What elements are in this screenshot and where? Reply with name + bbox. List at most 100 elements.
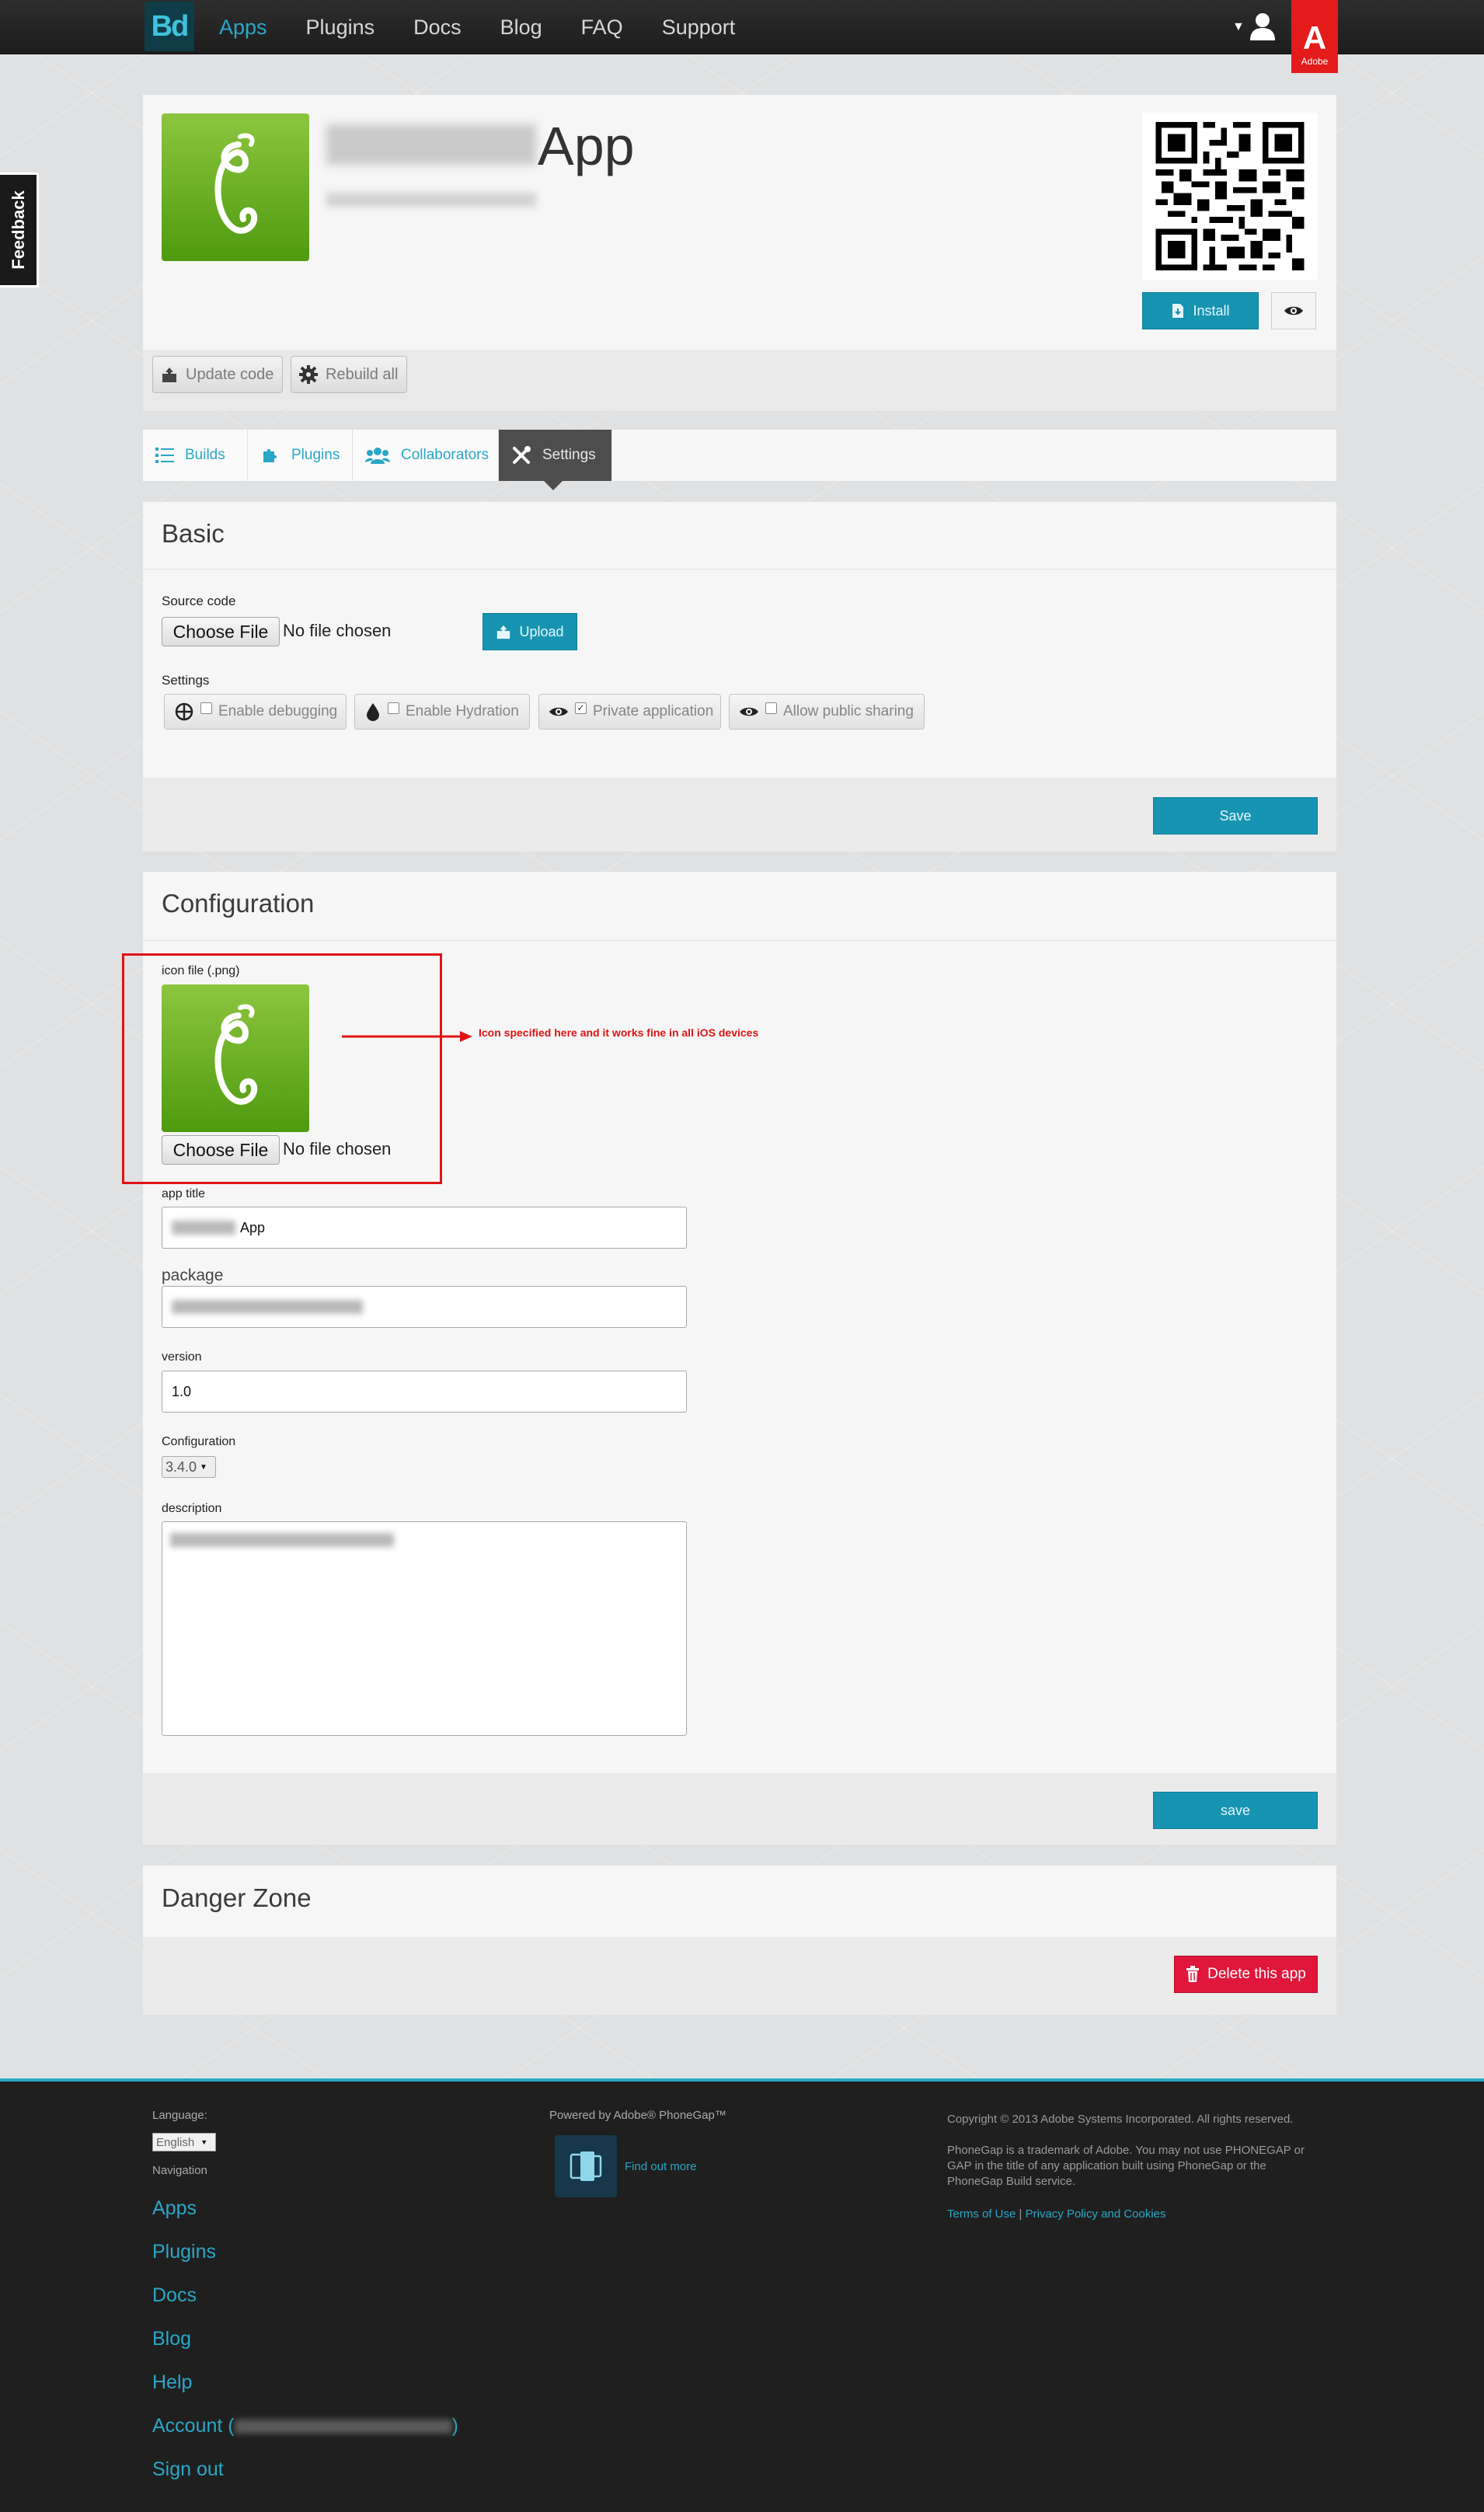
trademark-text: PhoneGap is a trademark of Adobe. You ma… (947, 2144, 1305, 2188)
package-input[interactable] (162, 1286, 687, 1328)
upload-box-icon (497, 625, 510, 639)
nav-plugins[interactable]: Plugins (306, 16, 375, 40)
user-icon (1250, 13, 1275, 40)
setting-allow-public-sharing[interactable]: Allow public sharing (729, 694, 925, 730)
allow-public-sharing-checkbox[interactable] (765, 702, 777, 714)
delete-app-label: Delete this app (1207, 1966, 1306, 1982)
config-version-value: 3.4.0 (165, 1458, 197, 1475)
danger-zone-footer (143, 1937, 1336, 2015)
version-input[interactable]: 1.0 (162, 1371, 687, 1413)
nav-apps[interactable]: Apps (219, 16, 267, 40)
footer-link-account[interactable]: Account ( ) (152, 2415, 458, 2437)
account-link-close: ) (451, 2415, 458, 2437)
select-caret-icon: ▼ (200, 2138, 208, 2146)
footer-navigation-label: Navigation (152, 2164, 207, 2177)
enable-debugging-label: Enable debugging (218, 703, 338, 719)
upload-box-icon (162, 368, 176, 382)
enable-hydration-checkbox[interactable] (388, 702, 399, 714)
description-textarea[interactable] (162, 1521, 687, 1736)
app-name-redacted (326, 124, 536, 165)
powered-by-text: Powered by Adobe® PhoneGap™ (549, 2109, 726, 2122)
tab-builds-label: Builds (185, 447, 225, 463)
nav-faq[interactable]: FAQ (581, 16, 623, 40)
tab-plugins[interactable]: Plugins (248, 430, 353, 481)
allow-public-sharing-label: Allow public sharing (783, 703, 914, 719)
tab-collaborators-label: Collaborators (401, 447, 489, 463)
footer-link-help[interactable]: Help (152, 2371, 192, 2394)
footer-link-blog[interactable]: Blog (152, 2328, 191, 2350)
feedback-tab[interactable]: Feedback (0, 172, 39, 287)
configuration-title: Configuration (162, 889, 315, 918)
footer-language-label: Language: (152, 2109, 207, 2122)
setting-private-application[interactable]: ✓ Private application (538, 694, 721, 730)
update-code-button[interactable]: Update code (152, 356, 283, 393)
setting-enable-debugging[interactable]: Enable debugging (164, 694, 347, 730)
drop-icon (367, 703, 379, 721)
upload-button[interactable]: Upload (482, 613, 577, 650)
language-select[interactable]: English ▼ (152, 2133, 216, 2151)
description-redacted (170, 1533, 394, 1547)
app-title-value: App (240, 1219, 266, 1235)
eye-icon (549, 707, 568, 716)
footer-link-sign-out[interactable]: Sign out (152, 2458, 224, 2481)
configuration-save-button[interactable]: save (1153, 1792, 1318, 1829)
nav-blog[interactable]: Blog (500, 16, 542, 40)
people-icon (365, 448, 390, 464)
find-out-more-link[interactable]: Find out more (625, 2160, 697, 2173)
wrench-icon (513, 446, 531, 464)
legal-separator: | (1019, 2207, 1022, 2221)
phonegap-logo (555, 2135, 617, 2197)
main-nav: Apps Plugins Docs Blog FAQ Support (219, 0, 735, 54)
package-redacted (172, 1300, 363, 1314)
qr-code (1142, 113, 1318, 280)
install-icon (1172, 304, 1184, 318)
nav-docs[interactable]: Docs (413, 16, 462, 40)
account-email-redacted (234, 2419, 452, 2434)
enable-debugging-checkbox[interactable] (200, 702, 212, 714)
source-code-label: Source code (162, 594, 236, 608)
nav-support[interactable]: Support (662, 16, 736, 40)
adobe-tab[interactable]: A Adobe (1291, 0, 1338, 73)
footer-link-apps[interactable]: Apps (152, 2197, 197, 2220)
setting-enable-hydration[interactable]: Enable Hydration (354, 694, 530, 730)
app-title: App (538, 116, 635, 176)
rebuild-all-button[interactable]: Rebuild all (291, 356, 407, 393)
app-logo-glyph-icon (214, 133, 258, 234)
source-choose-file-button[interactable]: Choose File (162, 617, 280, 646)
config-version-label: Configuration (162, 1435, 236, 1448)
preview-button[interactable] (1271, 292, 1316, 329)
app-icon (162, 113, 309, 261)
privacy-policy-link[interactable]: Privacy Policy and Cookies (1026, 2207, 1166, 2221)
private-application-checkbox[interactable]: ✓ (575, 702, 587, 714)
user-menu[interactable]: ▼ (1232, 12, 1279, 44)
settings-label: Settings (162, 673, 210, 688)
app-title-input[interactable]: App (162, 1207, 687, 1249)
top-navbar: Bd Apps Plugins Docs Blog FAQ Support ▼ … (0, 0, 1484, 73)
tab-settings[interactable]: Settings (499, 430, 612, 481)
tab-builds[interactable]: Builds (143, 430, 248, 481)
build-logo[interactable]: Bd (145, 2, 194, 51)
terms-of-use-link[interactable]: Terms of Use (947, 2207, 1015, 2221)
config-version-select[interactable]: 3.4.0 ▼ (162, 1456, 216, 1478)
app-title-redacted (172, 1221, 235, 1235)
qr-code-image (1155, 122, 1305, 270)
danger-zone-title: Danger Zone (162, 1883, 312, 1912)
basic-title: Basic (162, 519, 225, 548)
tab-collaborators[interactable]: Collaborators (353, 430, 499, 481)
puzzle-icon (263, 449, 277, 462)
language-value: English (156, 2135, 195, 2149)
install-button[interactable]: Install (1142, 292, 1259, 329)
adobe-logo-icon: A (1302, 19, 1327, 56)
app-id-redacted (326, 193, 536, 207)
crosshair-icon (175, 702, 193, 721)
phonegap-device-icon (570, 2151, 602, 2181)
copyright-text: Copyright © 2013 Adobe Systems Incorpora… (947, 2113, 1294, 2126)
footer-link-docs[interactable]: Docs (152, 2284, 197, 2307)
annotation-arrow (342, 1031, 472, 1042)
description-label: description (162, 1502, 222, 1515)
tab-plugins-label: Plugins (291, 447, 340, 463)
footer-link-plugins[interactable]: Plugins (152, 2241, 216, 2263)
delete-app-button[interactable]: Delete this app (1174, 1956, 1318, 1993)
legal-links: Terms of Use | Privacy Policy and Cookie… (947, 2207, 1166, 2222)
basic-save-button[interactable]: Save (1153, 797, 1318, 834)
